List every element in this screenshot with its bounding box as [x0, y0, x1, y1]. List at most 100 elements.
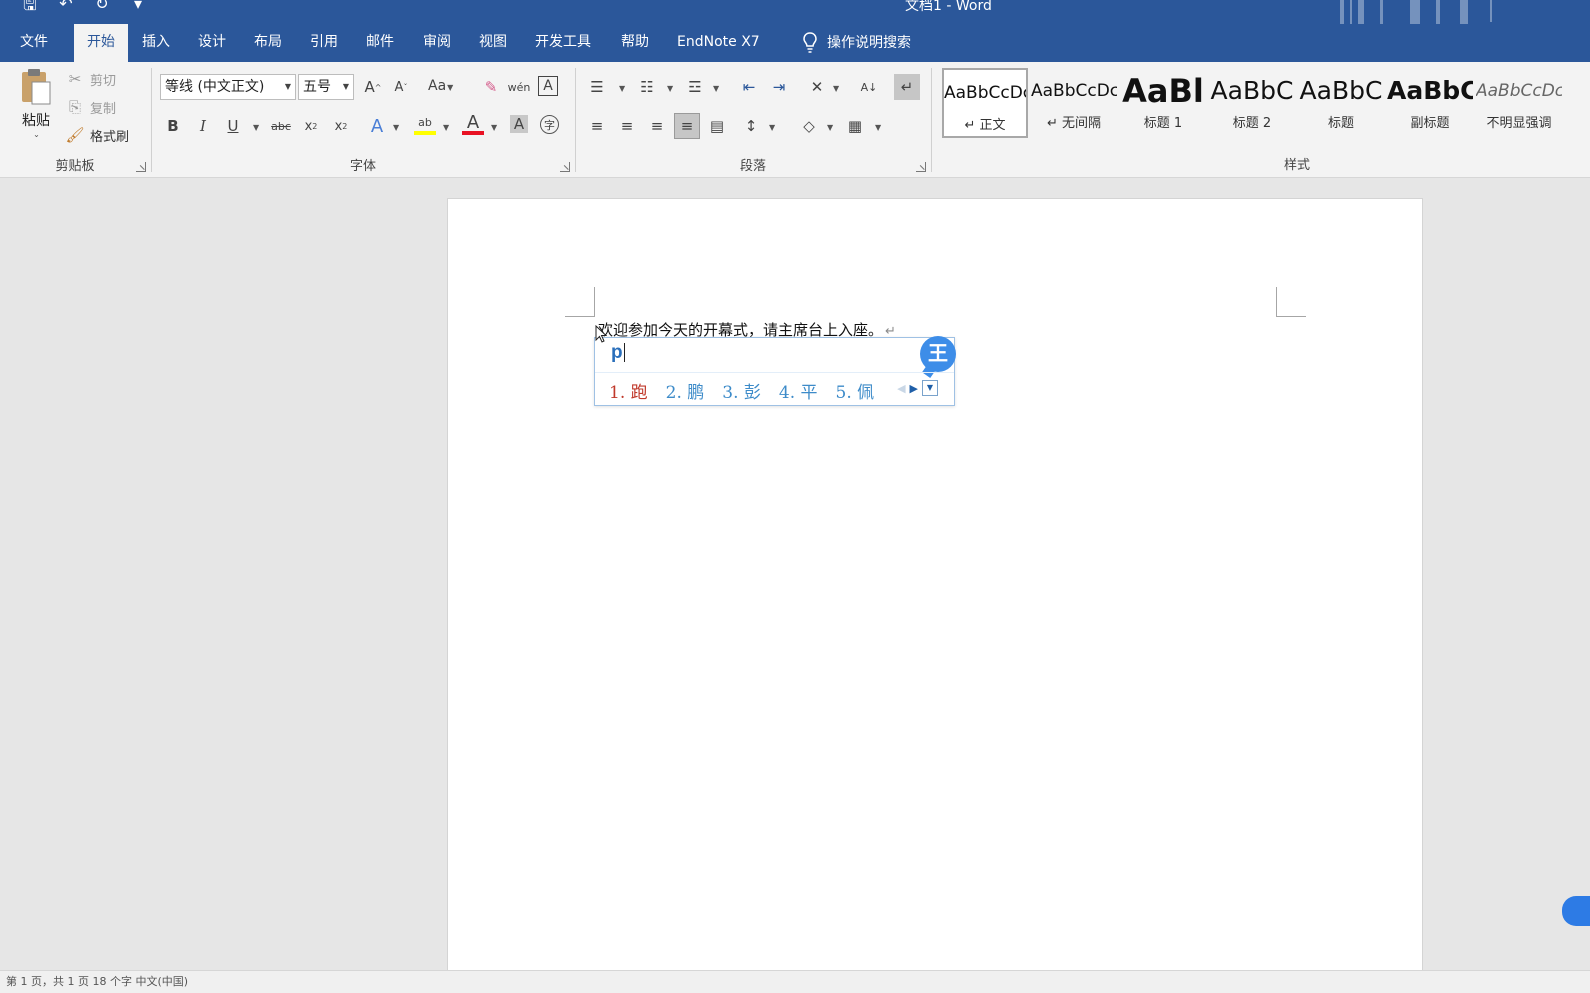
multilevel-list-icon[interactable]: ☲ [684, 76, 706, 98]
title-bar: 🖫 ↶ ↻ ▾ 文档1 - Word [0, 0, 1590, 40]
style-subtitle[interactable]: AaBbC 副标题 [1387, 68, 1473, 138]
ime-candidate[interactable]: 5. 佩 [836, 378, 875, 403]
copy-button[interactable]: ⎘ 复制 [64, 95, 116, 119]
style-normal[interactable]: AaBbCcDc ↵ 正文 [942, 68, 1028, 138]
redo-icon[interactable]: ↻ [92, 0, 112, 21]
style-title[interactable]: AaBbC 标题 [1298, 68, 1384, 138]
font-size-combo[interactable]: 五号 ▼ [298, 74, 354, 100]
style-sample: AaBbC [1299, 76, 1383, 105]
ime-logo-icon[interactable]: 王 [920, 336, 956, 372]
style-subtle-emphasis[interactable]: AaBbCcDc 不明显强调 [1476, 68, 1562, 138]
font-launcher-icon[interactable] [560, 162, 570, 172]
paste-button[interactable]: 粘贴 ⌄ [14, 68, 58, 148]
tab-references[interactable]: 引用 [310, 24, 338, 62]
numbering-dropdown-icon[interactable]: ▼ [667, 84, 673, 93]
format-painter-label: 格式刷 [90, 129, 130, 145]
character-border-icon[interactable]: A [538, 76, 558, 96]
font-name-combo[interactable]: 等线 (中文正文) ▼ [160, 74, 296, 100]
style-name: 标题 1 [1143, 116, 1183, 131]
superscript-icon[interactable]: x2 [330, 115, 352, 137]
tab-file[interactable]: 文件 [20, 24, 48, 62]
distributed-icon[interactable]: ▤ [706, 115, 728, 137]
show-formatting-marks-icon[interactable]: ↵ [894, 74, 920, 100]
ime-candidate[interactable]: 1. 跑 [609, 378, 648, 403]
style-heading-2[interactable]: AaBbC 标题 2 [1209, 68, 1295, 138]
document-page[interactable]: 欢迎参加今天的开幕式，请主席台上入座。 ↵ [447, 198, 1423, 988]
text-effects-icon[interactable]: A [366, 115, 388, 137]
enclose-characters-icon[interactable]: 字 [540, 115, 559, 134]
bold-icon[interactable]: B [162, 115, 184, 137]
shading-icon[interactable]: ◇ [798, 115, 820, 137]
line-spacing-dropdown-icon[interactable]: ▼ [769, 123, 775, 132]
save-icon[interactable]: 🖫 [20, 0, 40, 21]
change-case-button[interactable]: Aa▼ [428, 78, 453, 94]
line-spacing-icon[interactable]: ↕ [740, 115, 762, 137]
font-group: 等线 (中文正文) ▼ 五号 ▼ A ^ Aˇ Aa▼ ✎ wén A B I U… [152, 62, 574, 178]
tab-view[interactable]: 视图 [479, 24, 507, 62]
text-direction-dropdown-icon[interactable]: ▼ [833, 84, 839, 93]
shrink-font-icon[interactable]: Aˇ [390, 76, 412, 98]
justify-icon[interactable]: ≡ [674, 113, 700, 139]
clear-formatting-icon[interactable]: ✎ [480, 76, 502, 98]
underline-dropdown-icon[interactable]: ▼ [253, 123, 259, 132]
tab-endnote[interactable]: EndNote X7 [677, 24, 760, 62]
grow-font-icon[interactable]: A ^ [362, 76, 384, 98]
floating-assistant-icon[interactable] [1562, 896, 1590, 926]
tab-home[interactable]: 开始 [74, 24, 128, 62]
highlight-dropdown-icon[interactable]: ▼ [443, 123, 449, 132]
change-case-dropdown-icon[interactable]: ▼ [447, 83, 453, 92]
bullets-icon[interactable]: ☰ [586, 76, 608, 98]
phonetic-guide-icon[interactable]: wén [508, 76, 531, 98]
character-shading-icon[interactable]: A [510, 115, 528, 133]
paste-dropdown-icon[interactable]: ⌄ [15, 130, 58, 139]
font-size-dropdown-icon[interactable]: ▼ [343, 75, 349, 99]
highlight-icon[interactable]: ab [414, 113, 436, 135]
bullets-dropdown-icon[interactable]: ▼ [619, 84, 625, 93]
clipboard-group-label: 剪贴板 [55, 159, 95, 174]
increase-indent-icon[interactable]: ⇥ [768, 76, 790, 98]
ime-expand-icon[interactable]: ▼ [922, 380, 938, 396]
paragraph-launcher-icon[interactable] [916, 162, 926, 172]
borders-icon[interactable]: ▦ [844, 115, 866, 137]
subscript-icon[interactable]: x2 [300, 115, 322, 137]
align-center-icon[interactable]: ≡ [616, 115, 638, 137]
strikethrough-icon[interactable]: abc [270, 115, 292, 137]
text-effects-dropdown-icon[interactable]: ▼ [393, 123, 399, 132]
font-color-icon[interactable]: A [462, 112, 484, 135]
style-no-spacing[interactable]: AaBbCcDc ↵ 无间隔 [1031, 68, 1117, 138]
cut-button[interactable]: ✂ 剪切 [64, 67, 116, 91]
borders-dropdown-icon[interactable]: ▼ [875, 123, 881, 132]
shading-dropdown-icon[interactable]: ▼ [827, 123, 833, 132]
decrease-indent-icon[interactable]: ⇤ [738, 76, 760, 98]
font-color-dropdown-icon[interactable]: ▼ [491, 123, 497, 132]
style-heading-1[interactable]: AaBl 标题 1 [1120, 68, 1206, 138]
align-left-icon[interactable]: ≡ [586, 115, 608, 137]
clipboard-launcher-icon[interactable] [136, 162, 146, 172]
tell-me-search[interactable]: 操作说明搜索 [803, 24, 911, 62]
tab-help[interactable]: 帮助 [621, 24, 649, 62]
ime-next-page-icon[interactable]: ▶ [910, 382, 918, 395]
sort-icon[interactable]: A↓ [858, 76, 880, 98]
underline-icon[interactable]: U [222, 115, 244, 137]
paste-label: 粘贴 [22, 113, 50, 129]
tab-review[interactable]: 审阅 [423, 24, 451, 62]
italic-icon[interactable]: I [192, 115, 214, 137]
undo-icon[interactable]: ↶ [56, 0, 76, 21]
align-right-icon[interactable]: ≡ [646, 115, 668, 137]
tab-mailings[interactable]: 邮件 [366, 24, 394, 62]
tab-design[interactable]: 设计 [198, 24, 226, 62]
tab-insert[interactable]: 插入 [142, 24, 170, 62]
customize-qat-icon[interactable]: ▾ [128, 0, 148, 21]
style-name: 标题 2 [1232, 116, 1272, 131]
format-painter-button[interactable]: 🖌 格式刷 [64, 123, 129, 147]
numbering-icon[interactable]: ☷ [636, 76, 658, 98]
ime-prev-page-icon[interactable]: ◀ [897, 382, 905, 395]
text-direction-icon[interactable]: ✕ [806, 76, 828, 98]
font-name-dropdown-icon[interactable]: ▼ [285, 75, 291, 99]
tab-developer[interactable]: 开发工具 [535, 24, 591, 62]
tab-layout[interactable]: 布局 [254, 24, 282, 62]
ime-candidate[interactable]: 4. 平 [779, 378, 818, 403]
multilevel-dropdown-icon[interactable]: ▼ [713, 84, 719, 93]
ime-candidate[interactable]: 3. 彭 [722, 378, 761, 403]
ime-candidate[interactable]: 2. 鹏 [666, 378, 705, 403]
